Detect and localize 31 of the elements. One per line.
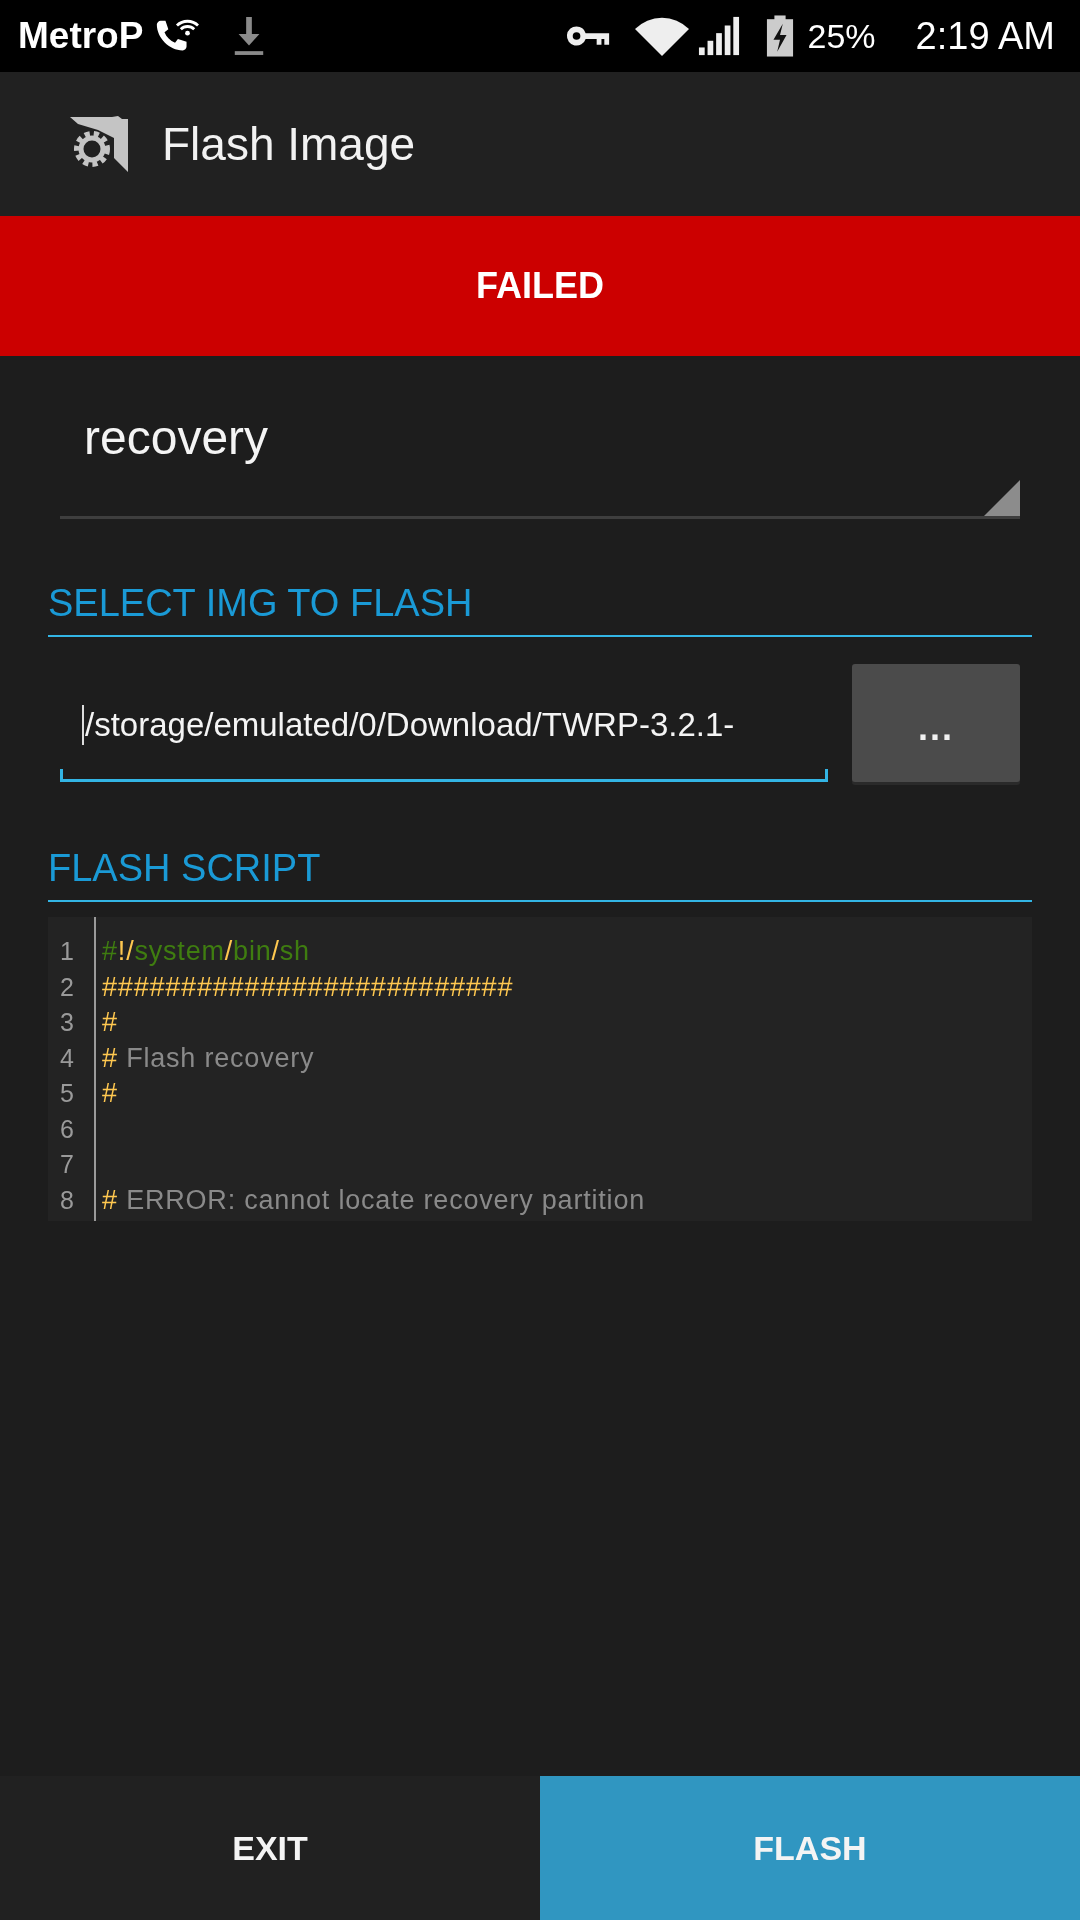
signal-icon (697, 16, 740, 56)
gear-wing-icon (70, 116, 128, 172)
line-number: 8 (59, 1184, 75, 1216)
code-line: #!/system/bin/sh (102, 935, 311, 968)
battery-percent: 25% (807, 16, 876, 56)
text-cursor (82, 704, 84, 745)
exit-button[interactable]: EXIT (0, 1776, 540, 1920)
carrier-name: MetroP (18, 15, 144, 57)
section-header: FLASH SCRIPT (48, 846, 1032, 902)
status-banner: FAILED (0, 216, 1080, 356)
dropdown-triangle-icon (984, 480, 1020, 516)
code-line: # (102, 1077, 119, 1110)
line-number: 7 (59, 1149, 75, 1180)
battery-charging-icon (765, 15, 794, 57)
screen-title: Flash Image (162, 117, 416, 171)
browse-button[interactable]: ... (852, 664, 1020, 782)
code-line: # ERROR: cannot locate recovery partition (102, 1183, 646, 1217)
line-number: 2 (59, 971, 75, 1003)
line-number: 1 (59, 936, 75, 967)
wifi-icon (633, 16, 690, 56)
line-number: 6 (59, 1113, 75, 1145)
code-line: # Flash recovery (102, 1041, 316, 1075)
partition-dropdown[interactable]: recovery (60, 380, 1020, 519)
clock-time: 2:19 AM (915, 14, 1055, 58)
section-header: SELECT IMG TO FLASH (48, 581, 1032, 637)
code-line: ########################## (102, 970, 515, 1004)
line-number: 4 (59, 1042, 75, 1074)
line-number: 5 (59, 1078, 75, 1109)
line-number: 3 (59, 1007, 75, 1038)
code-line: # (102, 1006, 119, 1039)
key-icon (565, 24, 612, 48)
